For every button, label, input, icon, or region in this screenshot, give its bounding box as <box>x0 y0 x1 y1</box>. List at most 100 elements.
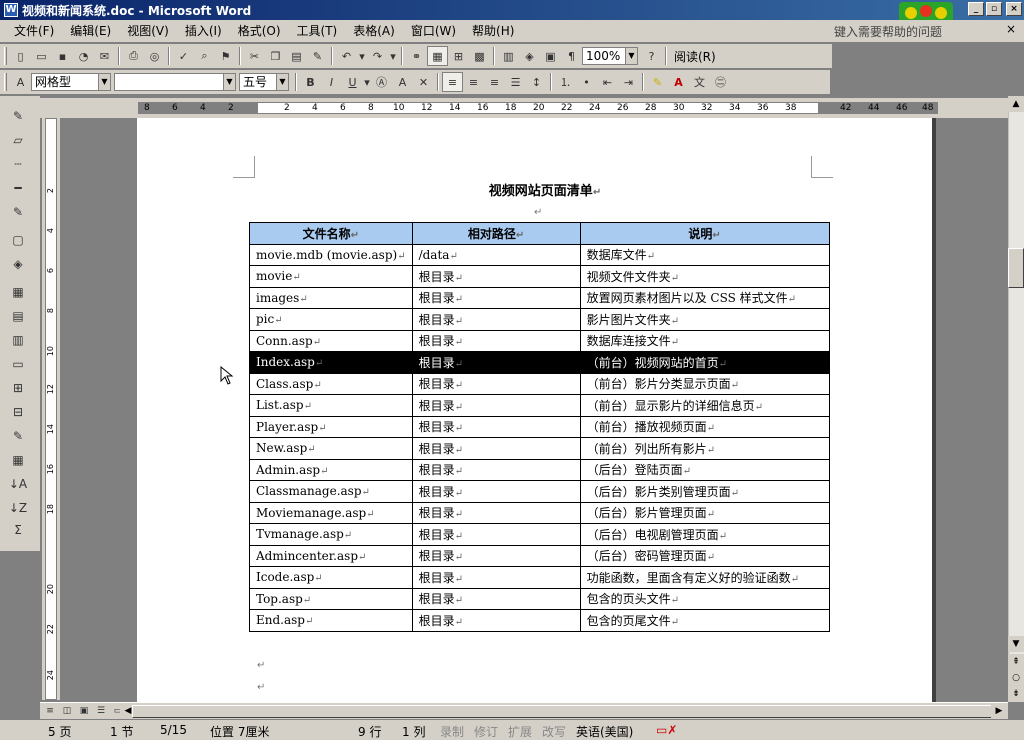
cell-filename[interactable]: List.asp↵ <box>249 394 413 417</box>
help-search-input[interactable]: 键入需要帮助的问题 <box>834 23 984 39</box>
permission-icon[interactable]: ◔ <box>73 46 94 66</box>
table-row[interactable]: Moviemanage.asp↵ 根目录↵ （后台）影片管理页面↵ <box>249 501 830 524</box>
table-row[interactable]: Tvmanage.asp↵ 根目录↵ （后台）电视剧管理页面↵ <box>249 523 830 546</box>
underline-dropdown-icon[interactable]: ▾ <box>363 72 371 92</box>
enclose-chars-icon[interactable]: ㊁ <box>710 72 731 92</box>
shading-color-icon[interactable]: ◈ <box>6 254 30 274</box>
scroll-down-icon[interactable]: ▼ <box>1008 636 1024 652</box>
autoformat-icon[interactable]: ✎ <box>6 426 30 446</box>
drawing-icon[interactable]: ◈ <box>519 46 540 66</box>
table-row[interactable]: Icode.asp↵ 根目录↵ 功能函数，里面含有定义好的验证函数↵ <box>249 566 830 589</box>
cell-path[interactable]: 根目录↵ <box>411 609 581 632</box>
font-size-combo[interactable]: 五号 ▼ <box>239 73 289 91</box>
cell-description[interactable]: 包含的页尾文件↵ <box>579 609 830 632</box>
cell-description[interactable]: 影片图片文件夹↵ <box>579 308 830 331</box>
spelling-status-icon[interactable]: ▭✗ <box>656 723 677 737</box>
bullets-icon[interactable]: • <box>576 72 597 92</box>
cell-filename[interactable]: Icode.asp↵ <box>249 566 413 589</box>
highlight-icon[interactable]: ✎ <box>647 72 668 92</box>
cell-path[interactable]: 根目录↵ <box>411 286 581 309</box>
status-track-changes[interactable]: 修订 <box>474 723 498 740</box>
cell-filename[interactable]: Admincenter.asp↵ <box>249 544 413 567</box>
italic-button[interactable]: I <box>321 72 342 92</box>
char-border-icon[interactable]: Ⓐ <box>371 72 392 92</box>
align-center-icon[interactable]: ≡ <box>463 72 484 92</box>
vertical-scrollbar[interactable] <box>1008 96 1024 702</box>
cut-icon[interactable]: ✂ <box>244 46 265 66</box>
cell-description[interactable]: （后台）电视剧管理页面↵ <box>579 523 830 546</box>
insert-excel-icon[interactable]: ▩ <box>469 46 490 66</box>
horizontal-scrollbar[interactable]: ≡ ◫ ▣ ☰ ▭ ◀ ▶ <box>40 702 1008 719</box>
chevron-down-icon[interactable]: ▼ <box>223 74 235 90</box>
cell-filename[interactable]: Index.asp↵ <box>249 351 413 374</box>
redo-icon[interactable]: ↷ <box>367 46 388 66</box>
menu-format[interactable]: 格式(O) <box>230 20 289 42</box>
table-row[interactable]: Index.asp↵ 根目录↵ （前台）视频网站的首页↵ <box>249 351 830 374</box>
cell-filename[interactable]: movie.mdb (movie.asp)↵ <box>249 243 413 266</box>
split-cells-icon[interactable]: ▥ <box>6 330 30 350</box>
increase-indent-icon[interactable]: ⇥ <box>618 72 639 92</box>
table-row[interactable]: Admincenter.asp↵ 根目录↵ （后台）密码管理页面↵ <box>249 544 830 567</box>
next-page-icon[interactable]: ⇟ <box>1008 686 1024 702</box>
email-icon[interactable]: ✉ <box>94 46 115 66</box>
chevron-down-icon[interactable]: ▼ <box>276 74 288 90</box>
menu-window[interactable]: 窗口(W) <box>403 20 464 42</box>
line-weight-icon[interactable]: ━ <box>6 178 30 198</box>
cell-description[interactable]: 数据库连接文件↵ <box>579 329 830 352</box>
cell-description[interactable]: （前台）视频网站的首页↵ <box>579 351 830 374</box>
cell-filename[interactable]: Top.asp↵ <box>249 587 413 610</box>
cell-description[interactable]: 数据库文件↵ <box>579 243 830 266</box>
table-row[interactable]: images↵ 根目录↵ 放置网页素材图片以及 CSS 样式文件↵ <box>249 286 830 309</box>
table-row[interactable]: movie.mdb (movie.asp)↵/data↵ 数据库文件↵ <box>249 243 830 266</box>
menu-table[interactable]: 表格(A) <box>345 20 403 42</box>
header-description[interactable]: 说明↵ <box>579 222 830 245</box>
line-spacing-icon[interactable]: ↕ <box>526 72 547 92</box>
table-row[interactable]: List.asp↵ 根目录↵ （前台）显示影片的详细信息页↵ <box>249 394 830 417</box>
distributed-icon[interactable]: ☰ <box>505 72 526 92</box>
table-row[interactable]: Top.asp↵ 根目录↵ 包含的页头文件↵ <box>249 587 830 610</box>
new-document-icon[interactable]: ▯ <box>10 46 31 66</box>
draw-table-icon[interactable]: ✎ <box>6 106 30 126</box>
horizontal-ruler[interactable]: 8 6 4 2 2 4 6 8 10 12 14 16 18 20 22 24 … <box>40 98 1020 118</box>
menu-view[interactable]: 视图(V) <box>119 20 177 42</box>
styles-icon[interactable]: A <box>10 72 31 92</box>
web-layout-icon[interactable]: ◫ <box>59 704 75 718</box>
cell-description[interactable]: 功能函数，里面含有定义好的验证函数↵ <box>579 566 830 589</box>
cell-path[interactable]: 根目录↵ <box>411 372 581 395</box>
cell-description[interactable]: （后台）影片管理页面↵ <box>579 501 830 524</box>
font-color-icon[interactable]: A <box>668 72 689 92</box>
maximize-button[interactable]: ▫ <box>986 2 1002 16</box>
cell-path[interactable]: 根目录↵ <box>411 480 581 503</box>
minimize-button[interactable]: _ <box>968 2 984 16</box>
table-row[interactable]: Conn.asp↵ 根目录↵ 数据库连接文件↵ <box>249 329 830 352</box>
help-icon[interactable]: ? <box>641 46 662 66</box>
cell-description[interactable]: （前台）播放视频页面↵ <box>579 415 830 438</box>
menu-edit[interactable]: 编辑(E) <box>62 20 119 42</box>
cell-description[interactable]: （后台）密码管理页面↵ <box>579 544 830 567</box>
insert-table-icon[interactable]: ⊞ <box>448 46 469 66</box>
cell-filename[interactable]: End.asp↵ <box>249 609 413 632</box>
table-row[interactable]: Player.asp↵ 根目录↵ （前台）播放视频页面↵ <box>249 415 830 438</box>
menu-file[interactable]: 文件(F) <box>6 20 62 42</box>
chevron-down-icon[interactable]: ▼ <box>98 74 110 90</box>
underline-button[interactable]: U <box>342 72 363 92</box>
align-justify-icon[interactable]: ≡ <box>442 72 463 92</box>
print-preview-icon[interactable]: ◎ <box>144 46 165 66</box>
save-icon[interactable]: ▪ <box>52 46 73 66</box>
cell-path[interactable]: 根目录↵ <box>411 351 581 374</box>
cell-path[interactable]: 根目录↵ <box>411 458 581 481</box>
bold-button[interactable]: B <box>300 72 321 92</box>
prev-page-icon[interactable]: ⇞ <box>1008 654 1024 670</box>
spelling-icon[interactable]: ✓ <box>173 46 194 66</box>
line-style-icon[interactable]: ┄ <box>6 154 30 174</box>
align-right-icon[interactable]: ≡ <box>484 72 505 92</box>
cell-description[interactable]: （后台）影片类别管理页面↵ <box>579 480 830 503</box>
char-scaling-icon[interactable]: ✕ <box>413 72 434 92</box>
menu-insert[interactable]: 插入(I) <box>177 20 230 42</box>
undo-icon[interactable]: ↶ <box>336 46 357 66</box>
cell-description[interactable]: （后台）登陆页面↵ <box>579 458 830 481</box>
cell-path[interactable]: 根目录↵ <box>411 544 581 567</box>
font-combo[interactable]: ▼ <box>114 73 236 91</box>
cell-description[interactable]: 包含的页头文件↵ <box>579 587 830 610</box>
outline-view-icon[interactable]: ☰ <box>93 704 109 718</box>
